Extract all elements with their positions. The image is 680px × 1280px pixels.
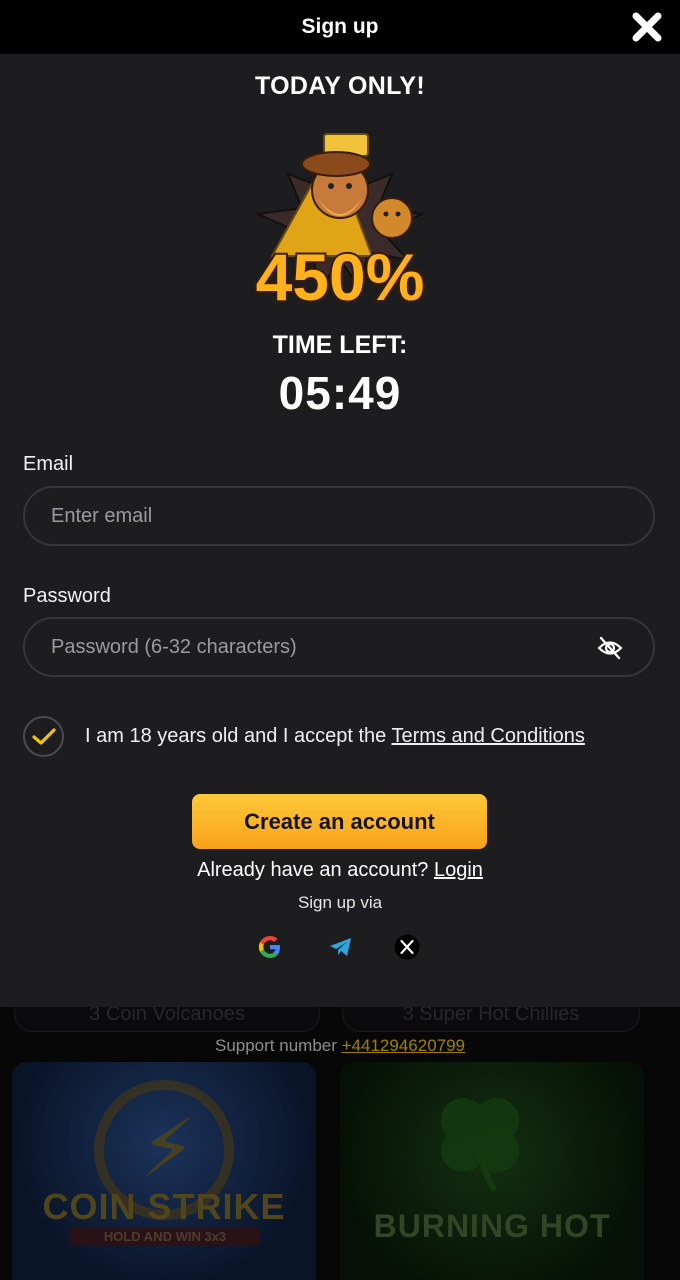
signup-modal: Sign up TODAY ONLY! 450% TIME LEFT: 05:4… bbox=[0, 0, 680, 1007]
terms-checkbox[interactable] bbox=[23, 716, 64, 757]
have-account-text: Already have an account? bbox=[197, 859, 429, 881]
terms-label: I am 18 years old and I accept the bbox=[85, 725, 387, 747]
x-icon[interactable] bbox=[394, 934, 420, 960]
email-label: Email bbox=[23, 453, 74, 475]
terms-row: I am 18 years old and I accept the Terms… bbox=[23, 716, 585, 757]
email-field-wrapper bbox=[23, 486, 655, 546]
email-field[interactable] bbox=[25, 488, 653, 544]
modal-header: Sign up bbox=[0, 0, 680, 54]
modal-title: Sign up bbox=[301, 15, 379, 38]
bonus-percent: 450% bbox=[256, 240, 425, 314]
countdown-timer: 05:49 bbox=[278, 367, 402, 419]
create-account-button[interactable]: Create an account bbox=[192, 794, 487, 849]
bonus-hero-image: 450% bbox=[254, 133, 426, 316]
close-icon[interactable] bbox=[630, 10, 664, 44]
signup-via-label: Sign up via bbox=[297, 893, 383, 912]
password-field[interactable] bbox=[25, 619, 653, 675]
password-label: Password bbox=[23, 585, 111, 607]
login-prompt: Already have an account? Login bbox=[0, 859, 680, 882]
google-icon[interactable] bbox=[257, 934, 283, 960]
terms-link[interactable]: Terms and Conditions bbox=[392, 725, 585, 747]
time-left-label: TIME LEFT: bbox=[272, 331, 408, 359]
password-field-wrapper bbox=[23, 617, 655, 677]
telegram-icon[interactable] bbox=[328, 934, 354, 960]
checkmark-icon bbox=[31, 727, 56, 745]
promo-title: TODAY ONLY! bbox=[254, 72, 426, 100]
login-link[interactable]: Login bbox=[434, 859, 483, 881]
terms-text: I am 18 years old and I accept the Terms… bbox=[85, 725, 585, 748]
eye-off-icon[interactable] bbox=[597, 636, 623, 660]
